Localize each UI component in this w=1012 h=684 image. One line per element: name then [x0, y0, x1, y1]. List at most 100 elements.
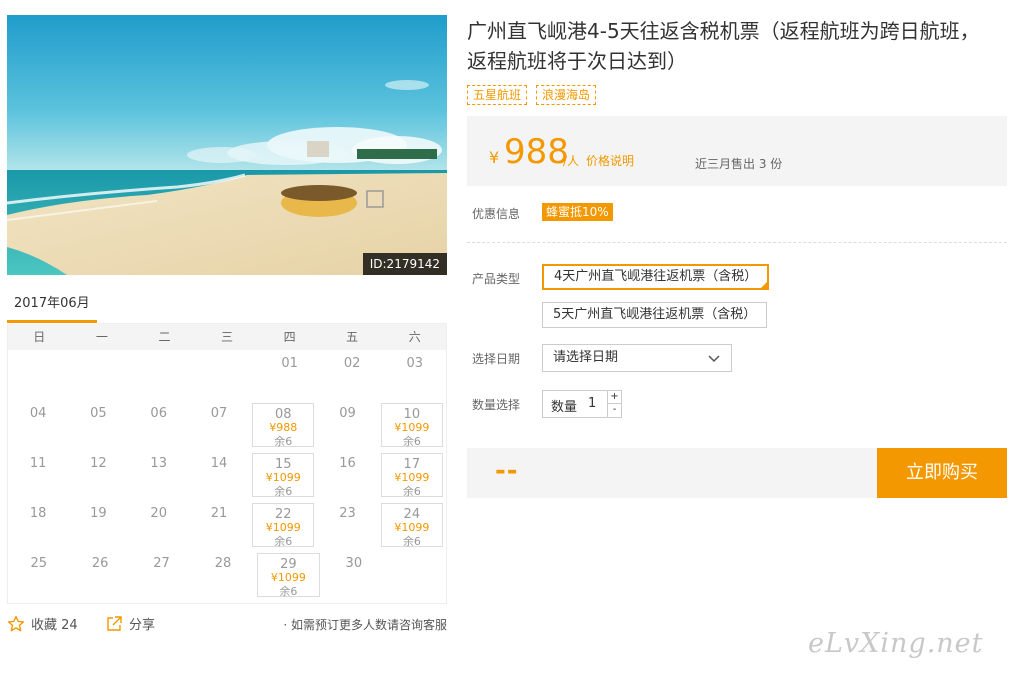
- promo-label: 优惠信息: [472, 207, 521, 221]
- calendar-day: 09: [317, 400, 377, 450]
- calendar-day: 25: [8, 550, 69, 600]
- calendar-day: 04: [8, 400, 68, 450]
- day-number: 18: [29, 506, 47, 521]
- day-stock: 余6: [402, 435, 421, 448]
- chevron-down-icon: [708, 355, 720, 363]
- calendar-day: 19: [68, 500, 128, 550]
- day-number: 16: [339, 456, 356, 471]
- day-number: 17: [403, 457, 421, 472]
- calendar-day: 20: [129, 500, 189, 550]
- calendar-month-tab[interactable]: 2017年06月: [7, 293, 97, 323]
- day-number: 19: [90, 506, 107, 521]
- day-number: 13: [150, 456, 167, 471]
- product-type-option-label: 5天广州直飞岘港往返机票（含税）: [553, 307, 757, 322]
- day-number: 02: [343, 356, 361, 371]
- calendar-empty-cell: [196, 350, 259, 400]
- calendar-available-day[interactable]: 10 ¥1099 余6: [380, 403, 443, 448]
- calendar-empty-cell: [385, 550, 446, 600]
- day-number: 07: [210, 406, 228, 421]
- day-number: 26: [91, 556, 109, 571]
- share-icon: [107, 615, 122, 631]
- day-number: 28: [214, 556, 232, 571]
- share-label: 分享: [129, 618, 156, 633]
- quantity-value[interactable]: 1: [588, 396, 596, 411]
- product-photo: ID:2179142: [7, 15, 447, 275]
- calendar-day: 23: [317, 500, 377, 550]
- favorite-button[interactable]: 收藏 24: [7, 614, 78, 633]
- tag-five-star-flight: 五星航班: [467, 85, 528, 105]
- day-number: 06: [150, 406, 167, 421]
- quantity-stepper: 数量 1 + -: [542, 390, 622, 418]
- price-explanation-link[interactable]: 价格说明: [586, 152, 634, 169]
- day-number: 14: [210, 456, 228, 471]
- day-number: 24: [403, 507, 421, 522]
- calendar-week-row: 25 26 27 28 29 ¥1099 余6 30: [8, 550, 446, 600]
- buy-now-button[interactable]: 立即购买: [877, 448, 1007, 498]
- calendar-empty-cell: [8, 350, 71, 400]
- product-type-option-label: 4天广州直飞岘港往返机票（含税）: [554, 269, 758, 284]
- calendar-available-day[interactable]: 29 ¥1099 余6: [256, 553, 321, 598]
- weekday-label: 一: [95, 330, 108, 344]
- calendar: 日 一 二 三 四 五 六 01 02 03 04 05 06 07 08 ¥988 余6 09 10 ¥1099 余…: [7, 324, 447, 604]
- calendar-day: 27: [131, 550, 192, 600]
- date-select-label: 选择日期: [472, 352, 521, 366]
- sales-count: 近三月售出 3 份: [695, 157, 783, 171]
- favorite-count: 收藏 24: [31, 618, 78, 633]
- calendar-available-day[interactable]: 24 ¥1099 余6: [380, 503, 443, 548]
- price-amount: 988: [504, 132, 569, 172]
- photo-id-badge: ID:2179142: [362, 253, 447, 275]
- calendar-week-row: 18 19 20 21 22 ¥1099 余6 23 24 ¥1099 余6: [8, 500, 446, 550]
- calendar-day: 26: [69, 550, 130, 600]
- calendar-grid: 01 02 03 04 05 06 07 08 ¥988 余6 09 10 ¥1099 余6 11 12 13 1…: [8, 350, 446, 600]
- calendar-day: 11: [8, 450, 68, 500]
- date-select-value: 请选择日期: [553, 350, 619, 365]
- calendar-day: 16: [317, 450, 377, 500]
- calendar-weekday-header: 日一二三四五六: [8, 324, 446, 350]
- day-number: 09: [339, 406, 356, 421]
- product-type-option-4day[interactable]: 4天广州直飞岘港往返机票（含税） ✓: [542, 264, 770, 290]
- day-number: 29: [280, 557, 297, 572]
- day-stock: 余6: [274, 485, 293, 498]
- calendar-available-day[interactable]: 22 ¥1099 余6: [252, 503, 315, 548]
- calendar-day: 07: [189, 400, 249, 450]
- day-stock: 余6: [279, 585, 298, 598]
- calendar-available-day[interactable]: 08 ¥988 余6: [252, 403, 315, 448]
- product-type-option-5day[interactable]: 5天广州直飞岘港往返机票（含税）: [542, 302, 768, 328]
- price-unit: /人: [563, 154, 580, 168]
- day-number: 27: [153, 556, 170, 571]
- calendar-available-day[interactable]: 15 ¥1099 余6: [252, 453, 315, 498]
- quantity-increment-button[interactable]: +: [607, 391, 621, 404]
- quantity-decrement-button[interactable]: -: [607, 404, 621, 417]
- calendar-day: 13: [129, 450, 189, 500]
- date-select-dropdown[interactable]: 请选择日期: [542, 344, 732, 372]
- day-stock: 余6: [274, 535, 293, 548]
- day-number: 30: [345, 556, 363, 571]
- day-number: 12: [90, 456, 107, 471]
- calendar-day: 30: [323, 550, 384, 600]
- beach-image: [7, 15, 447, 275]
- section-divider: [467, 242, 1007, 243]
- total-price: --: [495, 456, 519, 486]
- weekday-label: 二: [158, 330, 171, 344]
- day-number: 03: [406, 356, 424, 371]
- weekday-label: 日: [33, 330, 46, 344]
- calendar-empty-cell: [71, 350, 134, 400]
- share-button[interactable]: 分享: [105, 614, 155, 633]
- day-stock: 余6: [274, 435, 293, 448]
- promo-badge: 蜂蜜抵10%: [542, 203, 613, 221]
- day-number: 10: [403, 407, 421, 422]
- day-number: 23: [339, 506, 356, 521]
- day-number: 15: [274, 457, 292, 472]
- calendar-day: 14: [189, 450, 249, 500]
- product-type-label: 产品类型: [472, 272, 521, 286]
- calendar-day: 18: [8, 500, 68, 550]
- currency-symbol: ¥: [489, 148, 500, 167]
- calendar-empty-cell: [133, 350, 196, 400]
- calendar-available-day[interactable]: 17 ¥1099 余6: [380, 453, 443, 498]
- day-number: 25: [30, 556, 47, 571]
- day-number: 05: [90, 406, 107, 421]
- contact-service-link[interactable]: · 如需预订更多人数请咨询客服: [283, 616, 447, 633]
- purchase-bar: -- 立即购买: [467, 448, 1007, 498]
- quantity-label: 数量选择: [472, 398, 521, 412]
- price-panel: ¥ 988 /人 价格说明 近三月售出 3 份: [467, 116, 1007, 186]
